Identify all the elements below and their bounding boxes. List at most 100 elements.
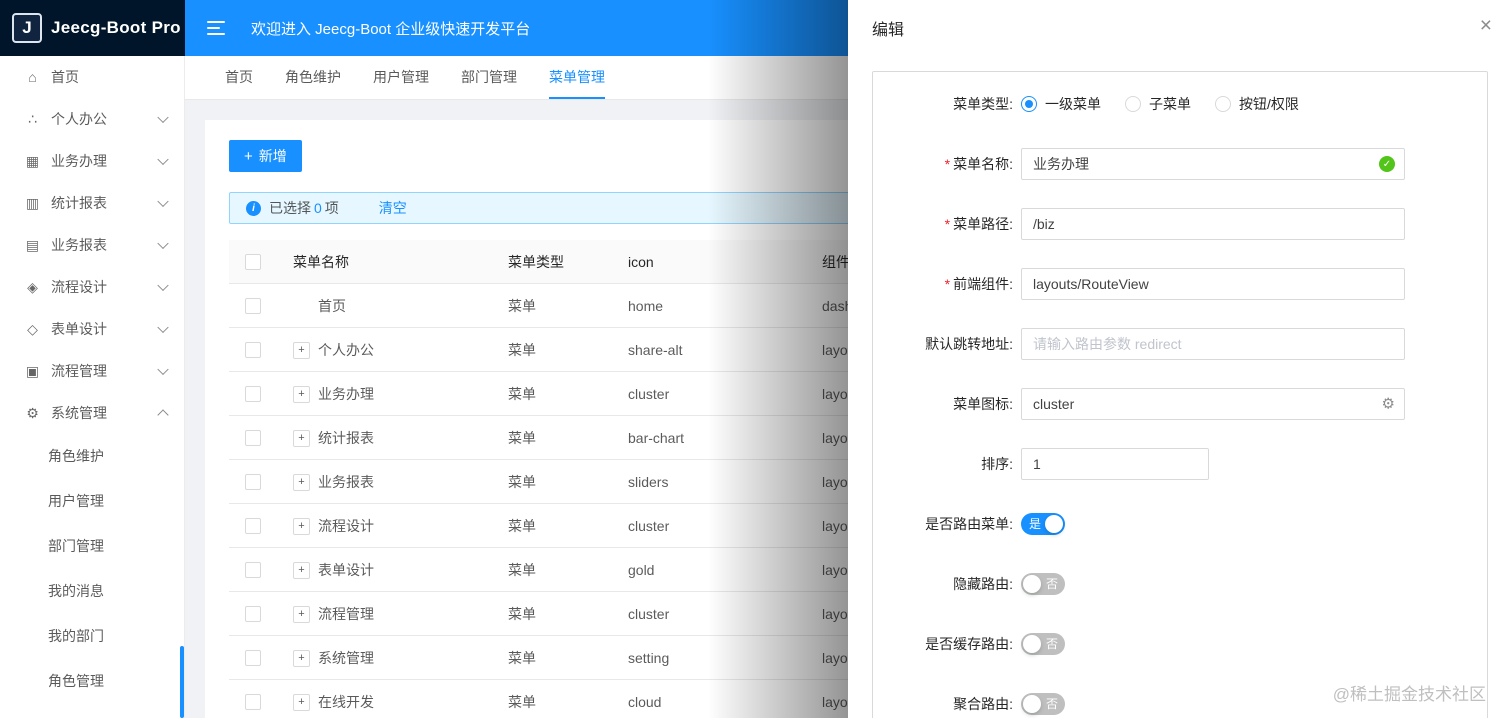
toggle-switch[interactable]: 否 [1021, 693, 1065, 715]
sidebar-subitem[interactable]: 角色管理 [0, 659, 184, 704]
tab-item[interactable]: 用户管理 [373, 56, 429, 99]
row-checkbox[interactable] [245, 385, 261, 402]
row-checkbox[interactable] [245, 341, 261, 358]
sort-label: 排序: [981, 456, 1013, 472]
toggle-state-text: 否 [1045, 577, 1058, 591]
row-checkbox[interactable] [245, 693, 261, 710]
sidebar-item[interactable]: ▣ 流程管理 [0, 350, 184, 392]
logo[interactable]: J Jeecg-Boot Pro [0, 0, 185, 56]
row-checkbox[interactable] [245, 517, 261, 534]
expand-icon[interactable]: + [293, 606, 310, 624]
sidebar-item-label: 统计报表 [51, 195, 107, 211]
toggle-knob [1023, 635, 1041, 653]
sidebar-subitem[interactable]: 用户管理 [0, 479, 184, 524]
form-row-switch: 是否缓存路由: 否 [881, 628, 1463, 660]
drawer-title: 编辑 [872, 21, 905, 39]
sidebar-item-label: 业务办理 [51, 153, 107, 169]
setting-icon: ⚙ [26, 404, 39, 421]
expand-icon[interactable]: + [293, 342, 310, 360]
share-icon: ∴ [28, 110, 37, 127]
expand-icon[interactable]: + [293, 694, 310, 712]
menu-type: 菜单 [492, 679, 612, 718]
redirect-input[interactable] [1021, 328, 1405, 360]
radio-option[interactable]: 一级菜单 [1021, 94, 1101, 114]
sidebar-scrollbar[interactable] [180, 646, 184, 718]
process-icon: ▣ [25, 362, 40, 379]
chevron-down-icon [157, 153, 169, 166]
toggle-switch[interactable]: 否 [1021, 633, 1065, 655]
menu-fold-icon[interactable] [207, 21, 225, 35]
radio-label: 子菜单 [1149, 95, 1191, 112]
sidebar-subitem[interactable]: 我的消息 [0, 569, 184, 614]
sidebar-item[interactable]: ▤ 业务报表 [0, 224, 184, 266]
sidebar-item-label: 个人办公 [51, 111, 107, 127]
gear-icon[interactable]: ⚙ [1382, 397, 1395, 412]
radio-icon [1021, 95, 1037, 112]
form-row-menu-icon: 菜单图标: ⚙ [881, 388, 1463, 420]
sidebar-item-label: 首页 [51, 69, 79, 85]
sidebar-subitem[interactable]: 我的部门 [0, 614, 184, 659]
menu-icon-name: gold [612, 547, 806, 592]
menu-icon-name: share-alt [612, 327, 806, 372]
chevron-down-icon [157, 363, 169, 376]
row-checkbox[interactable] [245, 297, 261, 314]
toggle-switch[interactable]: 否 [1021, 573, 1065, 595]
expand-icon[interactable]: + [293, 562, 310, 580]
menu-icon-name: cloud [612, 679, 806, 718]
row-checkbox[interactable] [245, 429, 261, 446]
toggle-switch[interactable]: 是 [1021, 513, 1065, 535]
sidebar-item[interactable]: ▦ 业务办理 [0, 140, 184, 182]
menu-type: 菜单 [492, 591, 612, 636]
sidebar-item[interactable]: ▥ 统计报表 [0, 182, 184, 224]
radio-option[interactable]: 子菜单 [1125, 94, 1191, 114]
front-component-input[interactable] [1021, 268, 1405, 300]
column-header: icon [612, 240, 806, 284]
sidebar-subitem[interactable]: 角色维护 [0, 434, 184, 479]
menu-name-input[interactable] [1021, 148, 1405, 180]
form-row-front-component: * 前端组件: [881, 268, 1463, 300]
add-button[interactable]: + 新增 [229, 140, 302, 172]
sidebar: ⌂ 首页 ∴ 个人办公 ▦ 业务办理 ▥ 统计报表 ▤ 业务报表 ◈ 流程设计 ◇ 表单设计 ▣ 流程管理 ⚙ 系… [0, 56, 185, 718]
sidebar-item[interactable]: ◈ 流程设计 [0, 266, 184, 308]
row-checkbox[interactable] [245, 561, 261, 578]
sidebar-subitem[interactable]: 部门管理 [0, 524, 184, 569]
form-icon: ◇ [27, 320, 38, 337]
menu-icon-name: bar-chart [612, 415, 806, 460]
sidebar-item[interactable]: ◇ 表单设计 [0, 308, 184, 350]
welcome-text: 欢迎进入 Jeecg-Boot 企业级快速开发平台 [251, 20, 531, 38]
menu-path-input[interactable] [1021, 208, 1405, 240]
menu-type: 菜单 [492, 327, 612, 372]
plus-icon: + [244, 147, 253, 165]
sort-input[interactable] [1021, 448, 1209, 480]
close-icon[interactable]: × [1480, 15, 1492, 36]
clear-selection-link[interactable]: 清空 [379, 198, 407, 218]
tab-item[interactable]: 部门管理 [461, 56, 517, 99]
menu-type: 菜单 [492, 459, 612, 504]
redirect-label: 默认跳转地址: [925, 336, 1013, 352]
menu-path-label: * 菜单路径: [944, 216, 1013, 232]
row-checkbox[interactable] [245, 473, 261, 490]
radio-option[interactable]: 按钮/权限 [1215, 94, 1299, 114]
expand-icon[interactable]: + [293, 474, 310, 492]
sidebar-item[interactable]: ∴ 个人办公 [0, 98, 184, 140]
sidebar-item[interactable]: ⌂ 首页 [0, 56, 184, 98]
edit-form: 菜单类型: 一级菜单 子菜单 按钮/权限 *菜单名称: ✓ *菜单路径: [872, 71, 1488, 718]
tab-item[interactable]: 首页 [225, 56, 253, 99]
sidebar-item[interactable]: ⚙ 系统管理 [0, 392, 184, 434]
select-all-checkbox[interactable] [245, 253, 261, 270]
expand-icon[interactable]: + [293, 518, 310, 536]
row-checkbox[interactable] [245, 649, 261, 666]
radio-icon [1215, 95, 1231, 112]
required-asterisk: * [944, 156, 951, 172]
toggle-knob [1023, 695, 1041, 713]
menu-icon-name: setting [612, 635, 806, 680]
row-checkbox[interactable] [245, 605, 261, 622]
menu-icon-input[interactable] [1021, 388, 1405, 420]
expand-icon[interactable]: + [293, 430, 310, 448]
expand-icon[interactable]: + [293, 650, 310, 668]
toggle-knob [1045, 515, 1063, 533]
tab-item[interactable]: 角色维护 [285, 56, 341, 99]
expand-icon[interactable]: + [293, 386, 310, 404]
tab-item[interactable]: 菜单管理 [549, 56, 605, 99]
menu-type: 菜单 [492, 547, 612, 592]
